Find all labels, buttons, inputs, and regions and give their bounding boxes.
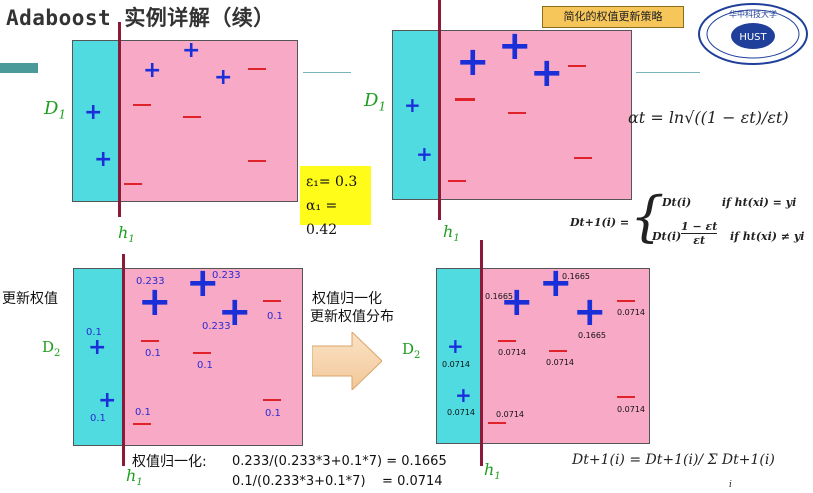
plus-sample: + <box>447 334 464 358</box>
h1-label: h1 <box>484 460 501 483</box>
weight-label: 0.1 <box>267 311 283 322</box>
minus-sample <box>263 399 281 401</box>
plus-sample: + <box>416 142 433 166</box>
plus-sample: + <box>214 65 233 90</box>
plus-sample-large: + <box>500 279 534 325</box>
update-weights-label: 更新权值 <box>2 291 58 307</box>
minus-sample <box>574 157 592 159</box>
minus-sample <box>508 112 526 114</box>
plus-sample-large: + <box>138 279 172 325</box>
plus-sample-large: + <box>573 289 607 335</box>
normalize-formula: Dt+1(i) = Dt+1(i)/ Σ Dt+1(i) i <box>572 452 775 490</box>
minus-sample <box>488 422 506 424</box>
title-chinese: 实例详解（续） <box>124 6 275 30</box>
weight-label: 0.1 <box>86 327 102 338</box>
d2-label: D2 <box>42 338 61 359</box>
normalization-calc-2: 0.1/(0.233*3+0.1*7) = 0.0714 <box>232 474 443 489</box>
svg-text:HUST: HUST <box>739 32 767 43</box>
panel-top-left <box>72 40 298 202</box>
normalization-calc-1: 0.233/(0.233*3+0.1*7) = 0.1665 <box>232 454 447 469</box>
plus-sample: + <box>98 388 117 413</box>
d1-label: D1 <box>364 90 387 114</box>
h1-label: h1 <box>443 222 460 245</box>
weight-update-case2-frac: 1 − εt εt <box>681 220 718 247</box>
plus-sample: + <box>455 383 472 407</box>
minus-sample <box>617 396 635 398</box>
plus-sample: + <box>84 100 103 125</box>
plus-sample: + <box>143 58 162 83</box>
weight-update-formula: Dt+1(i) = { Dt(i) if ht(xi) = yi Dt(i) 1… <box>570 190 813 258</box>
weight-update-case2-a: Dt(i) <box>652 230 682 243</box>
minus-sample <box>248 160 266 162</box>
weight-label: 0.0714 <box>498 348 526 357</box>
weight-label: 0.0714 <box>617 405 645 414</box>
classifier-line-h1 <box>118 22 121 217</box>
d2-label: D2 <box>402 340 421 361</box>
minus-sample <box>133 423 151 425</box>
weight-label: 0.233 <box>136 276 165 287</box>
svg-text:华中科技大学: 华中科技大学 <box>729 9 777 19</box>
weight-label: 0.0714 <box>617 308 645 317</box>
slide-title: Adaboost 实例详解（续） <box>6 2 275 32</box>
weight-update-case1: Dt(i) if ht(xi) = yi <box>662 196 797 209</box>
plus-sample-large: + <box>456 39 490 85</box>
title-latin: Adaboost <box>6 6 112 30</box>
update-distribution-caption: 更新权值分布 <box>310 309 394 325</box>
teal-accent-bar <box>0 63 38 73</box>
epsilon-value: ε₁= 0.3 <box>306 174 358 190</box>
divider-line-left <box>303 72 351 73</box>
weight-update-case2-cond: if ht(xi) ≠ yi <box>730 230 805 243</box>
divider-line-right <box>636 72 700 73</box>
weight-label: 0.1 <box>145 348 161 359</box>
weight-label: 0.1665 <box>485 292 513 301</box>
strategy-tag: 简化的权值更新策略 <box>542 6 684 28</box>
plus-sample: + <box>88 335 107 360</box>
minus-sample <box>133 104 151 106</box>
minus-sample <box>124 183 142 185</box>
alpha-formula: αt = ln√((1 − εt)/εt) <box>628 108 789 127</box>
minus-sample-large <box>455 98 475 101</box>
plus-sample-large: + <box>186 260 220 306</box>
weight-label: 0.233 <box>202 321 231 332</box>
normalization-label: 权值归一化: <box>132 454 207 470</box>
minus-sample <box>498 340 516 342</box>
classifier-line-h1 <box>480 240 483 466</box>
plus-sample-large: + <box>530 50 564 96</box>
minus-sample <box>617 300 635 302</box>
weight-label: 0.0714 <box>442 360 470 369</box>
weight-label: 0.0714 <box>496 410 524 419</box>
weight-label: 0.1 <box>135 407 151 418</box>
weight-label: 0.233 <box>212 270 241 281</box>
plus-sample-large: + <box>539 260 573 306</box>
normalize-caption: 权值归一化 <box>312 291 382 307</box>
right-arrow-icon <box>311 330 383 392</box>
classifier-line-h1 <box>438 0 441 220</box>
plus-sample: + <box>404 93 421 117</box>
weight-label: 0.1665 <box>562 272 590 281</box>
minus-sample <box>183 116 201 118</box>
plus-sample-large: + <box>498 23 532 69</box>
classifier-line-h1 <box>122 254 125 466</box>
plus-sample: + <box>94 147 113 172</box>
university-logo: HUST 华中科技大学 <box>697 2 809 66</box>
weight-label: 0.0714 <box>546 358 574 367</box>
weight-label: 0.1 <box>90 413 106 424</box>
minus-sample <box>549 350 567 352</box>
alpha-value: α₁ = 0.42 <box>306 198 338 238</box>
weight-update-lhs: Dt+1(i) = <box>570 216 630 229</box>
h1-label: h1 <box>118 223 135 246</box>
weight-label: 0.1 <box>265 408 281 419</box>
minus-sample <box>193 352 211 354</box>
minus-sample <box>141 340 159 342</box>
weight-label: 0.1665 <box>578 331 606 340</box>
d1-label: D1 <box>44 98 67 122</box>
error-alpha-box: ε₁= 0.3 α₁ = 0.42 <box>300 166 371 238</box>
minus-sample <box>263 300 281 302</box>
minus-sample <box>568 65 586 67</box>
minus-sample <box>448 180 466 182</box>
weight-label: 0.1 <box>197 360 213 371</box>
plus-sample: + <box>182 38 201 63</box>
weight-label: 0.0714 <box>447 408 475 417</box>
minus-sample <box>248 68 266 70</box>
